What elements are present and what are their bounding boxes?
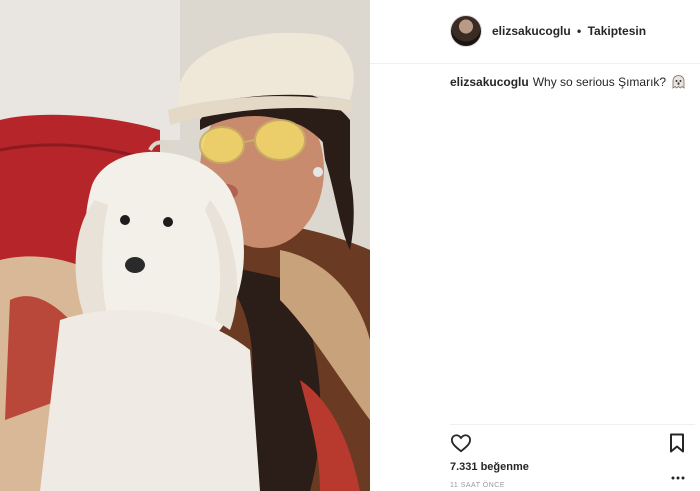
post-header: elizsakucoglu • Takiptesin (370, 0, 700, 64)
post-caption: elizsakucoglu Why so serious Şımarık? (450, 74, 690, 90)
caption-username-link[interactable]: elizsakucoglu (450, 75, 529, 89)
post-actions: 7.331 beğenme 11 SAAT ÖNCE (450, 424, 695, 491)
username-link[interactable]: elizsakucoglu (492, 24, 571, 38)
post-timestamp[interactable]: 11 SAAT ÖNCE (450, 482, 505, 489)
post-photo[interactable] (0, 0, 370, 491)
avatar[interactable] (450, 15, 482, 47)
separator-dot: • (577, 24, 582, 38)
heart-icon[interactable] (450, 433, 472, 453)
ghost-emoji-icon (672, 75, 685, 89)
caption-text: Why so serious Şımarık? (532, 75, 667, 89)
post-photo-illustration (0, 0, 370, 491)
more-options-icon[interactable] (671, 467, 685, 480)
post-side-panel: elizsakucoglu • Takiptesin elizsakucoglu… (370, 0, 700, 491)
instagram-post: elizsakucoglu • Takiptesin elizsakucoglu… (0, 0, 700, 491)
follow-status-button[interactable]: Takiptesin (588, 24, 646, 38)
likes-count[interactable]: 7.331 beğenme (450, 461, 529, 473)
header-info: elizsakucoglu • Takiptesin (492, 24, 646, 38)
bookmark-icon[interactable] (669, 433, 685, 453)
